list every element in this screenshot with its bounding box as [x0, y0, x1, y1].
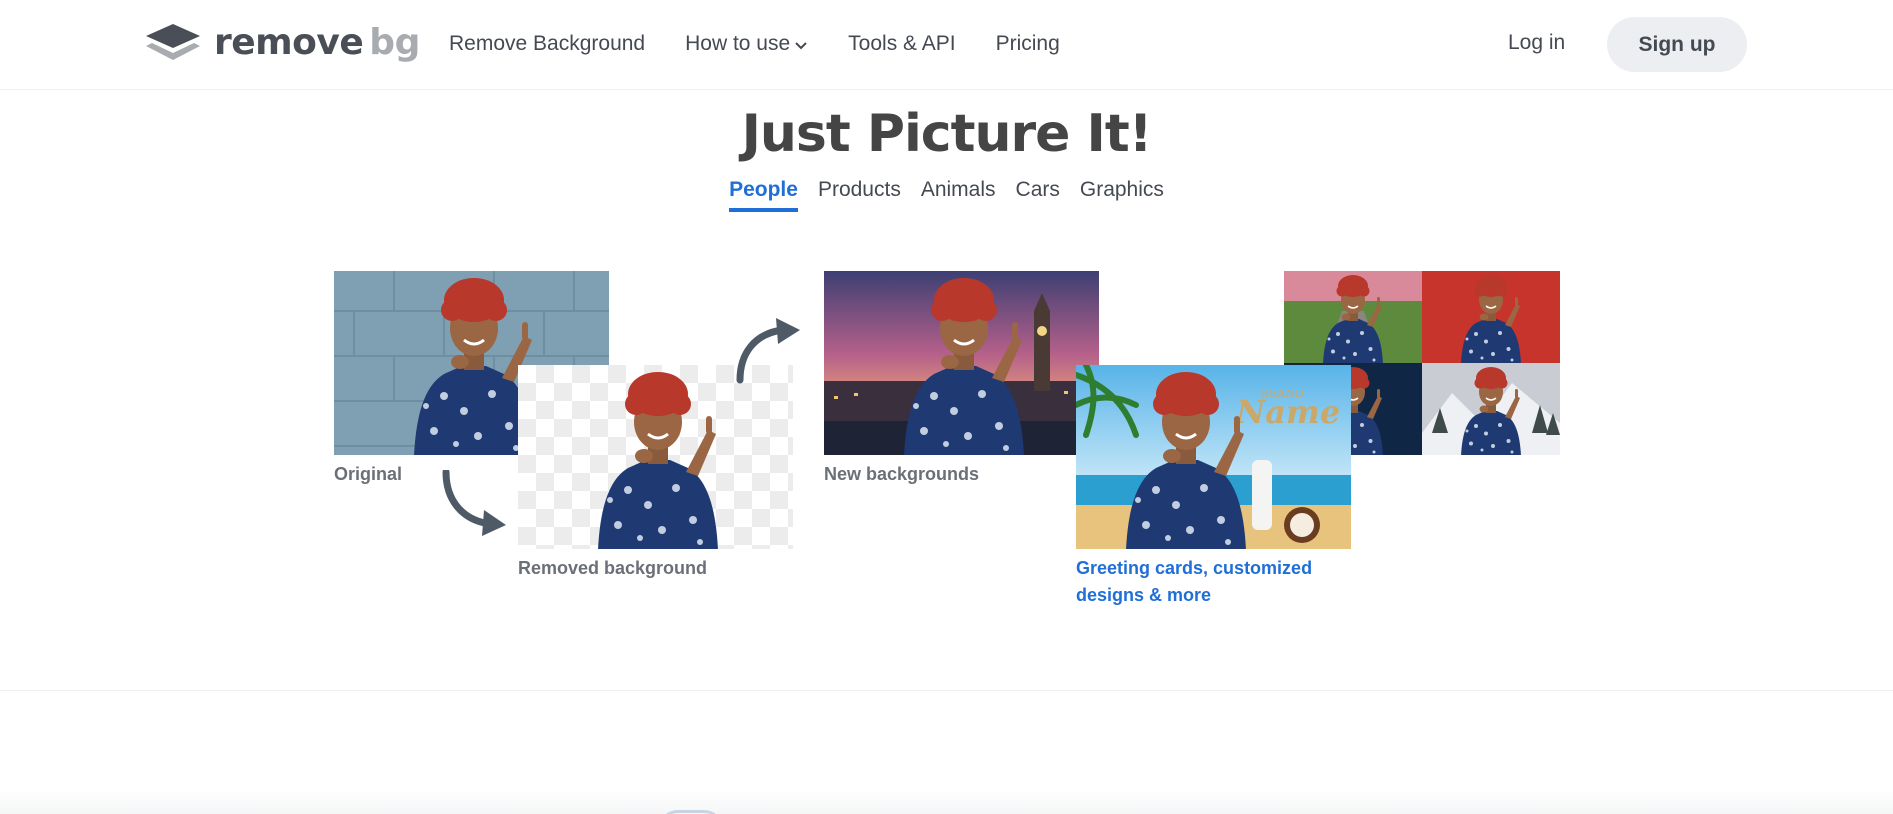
greeting-caption-line1: Greeting cards, customized	[1076, 558, 1313, 578]
nav-tools-api-label: Tools & API	[848, 32, 956, 55]
logo-word-bg: bg	[369, 22, 420, 63]
brand-name-text: Name	[1235, 393, 1340, 431]
nav-how-to-use-label: How to use	[685, 32, 791, 55]
site-header: remove bg Remove Background How to use To…	[0, 0, 1893, 90]
original-caption: Original	[334, 464, 403, 484]
logo-text: remove bg	[214, 22, 420, 64]
greeting-caption: Greeting cards, customized designs & mor…	[1076, 555, 1376, 609]
nav-pricing-label: Pricing	[995, 32, 1060, 55]
curved-arrow-down-icon	[442, 470, 506, 536]
nav-tools-api[interactable]: Tools & API	[848, 32, 955, 56]
removed-background-caption: Removed background	[518, 558, 708, 578]
logo-layers-icon	[146, 24, 200, 60]
main-nav: Remove Background How to use Tools & API…	[449, 0, 1100, 88]
nav-remove-background[interactable]: Remove Background	[449, 32, 645, 56]
category-tabs: People Products Animals Cars Graphics	[0, 178, 1893, 212]
chevron-down-icon	[795, 42, 807, 50]
tab-cars[interactable]: Cars	[1016, 178, 1060, 212]
section-divider	[0, 690, 1893, 691]
logo-word-remove: remove	[214, 22, 364, 63]
tab-animals[interactable]: Animals	[921, 178, 996, 212]
curved-arrow-up-icon	[736, 318, 800, 384]
grid-snow-image	[1422, 363, 1560, 455]
signup-button[interactable]: Sign up	[1607, 17, 1747, 72]
tab-graphics[interactable]: Graphics	[1080, 178, 1164, 212]
nav-remove-background-label: Remove Background	[449, 32, 646, 55]
grid-garden-image	[1284, 271, 1422, 363]
tab-people[interactable]: People	[729, 178, 798, 212]
grid-red-image	[1422, 271, 1560, 363]
greeting-card-image: BRAND Name	[1076, 365, 1351, 549]
new-backgrounds-caption: New backgrounds	[824, 464, 980, 484]
nav-pricing[interactable]: Pricing	[996, 32, 1060, 56]
logo[interactable]: remove bg	[144, 22, 420, 64]
greeting-caption-line2: designs & more	[1076, 585, 1212, 605]
new-background-image	[824, 271, 1099, 455]
login-link[interactable]: Log in	[1508, 31, 1565, 55]
page-title: Just Picture It!	[741, 104, 1153, 164]
removed-background-image	[518, 365, 793, 549]
nav-how-to-use[interactable]: How to use	[685, 32, 808, 56]
bottom-section-edge	[0, 790, 1893, 814]
tab-products[interactable]: Products	[818, 178, 901, 212]
